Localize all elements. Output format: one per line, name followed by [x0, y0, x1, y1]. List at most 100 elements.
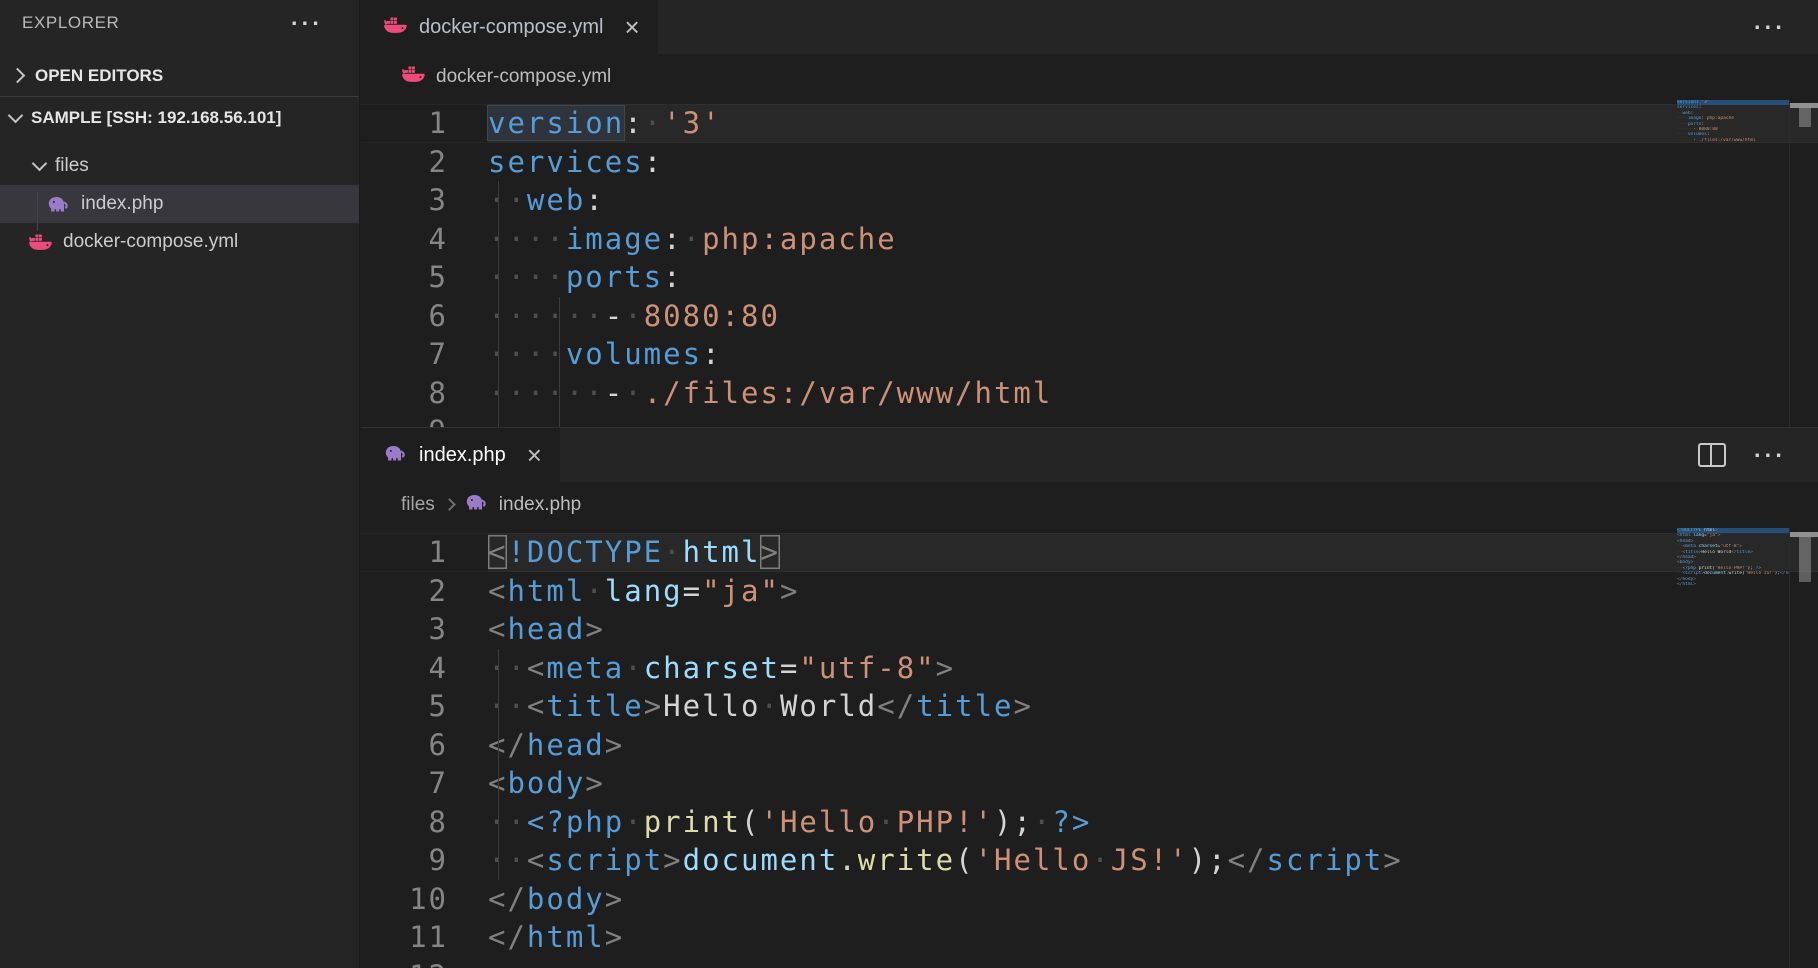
line-text[interactable]: version:·'3'	[448, 104, 722, 143]
tree-item-files[interactable]: files	[0, 147, 359, 185]
line-number[interactable]: 9	[361, 412, 448, 427]
code-line-12[interactable]: 12	[361, 957, 1818, 968]
breadcrumb: docker-compose.yml	[361, 54, 1818, 100]
code-line-8[interactable]: 8··<?php·print('Hello·PHP!');·?>	[361, 803, 1818, 842]
tree-item-docker-compose-yml[interactable]: docker-compose.yml	[0, 223, 359, 261]
code-editor-index-php[interactable]: 1<!DOCTYPE·html>2<html·lang="ja">3<head>…	[361, 528, 1818, 968]
line-number[interactable]: 1	[361, 533, 448, 572]
line-number[interactable]: 7	[361, 335, 448, 374]
minimap[interactable]: <!DOCTYPE·html><html·lang="ja"><head>··<…	[1677, 528, 1790, 593]
code-line-1[interactable]: 1version:·'3'	[361, 104, 1818, 143]
line-text[interactable]: </body>	[448, 880, 624, 919]
line-number[interactable]: 4	[361, 220, 448, 259]
line-text[interactable]: ··web:	[448, 181, 605, 220]
line-text[interactable]: ··<meta·charset="utf-8">	[448, 649, 955, 688]
breadcrumb-item[interactable]: docker-compose.yml	[436, 66, 611, 88]
explorer-header: EXPLORER ···	[0, 0, 359, 46]
line-text[interactable]: ····volumes:	[448, 335, 722, 374]
line-text[interactable]	[448, 412, 488, 427]
code-line-4[interactable]: 4··<meta·charset="utf-8">	[361, 649, 1818, 688]
explorer-more-actions-button[interactable]: ···	[291, 18, 323, 28]
chevron-down-icon	[32, 156, 48, 172]
code-line-5[interactable]: 5····ports:	[361, 258, 1818, 297]
code-line-11[interactable]: 11</html>	[361, 918, 1818, 957]
code-line-9[interactable]: 9··<script>document.write('Hello·JS!');<…	[361, 841, 1818, 880]
line-text[interactable]: ··<title>Hello·World</title>	[448, 687, 1033, 726]
line-number[interactable]: 12	[361, 957, 448, 968]
docker-icon	[401, 64, 426, 90]
line-number[interactable]: 6	[361, 726, 448, 765]
editor-more-actions-button[interactable]: ···	[1754, 450, 1786, 460]
breadcrumb-item-file[interactable]: index.php	[499, 494, 581, 516]
tree-item-index-php[interactable]: index.php	[0, 185, 359, 223]
code-line-8[interactable]: 8······-·./files:/var/www/html	[361, 374, 1818, 413]
code-line-2[interactable]: 2<html·lang="ja">	[361, 572, 1818, 611]
line-number[interactable]: 3	[361, 181, 448, 220]
workspace-section-header[interactable]: SAMPLE [SSH: 192.168.56.101]	[0, 97, 359, 139]
line-text[interactable]: </html>	[448, 918, 624, 957]
code-line-5[interactable]: 5··<title>Hello·World</title>	[361, 687, 1818, 726]
code-line-3[interactable]: 3··web:	[361, 181, 1818, 220]
code-line-3[interactable]: 3<head>	[361, 610, 1818, 649]
line-text[interactable]: ····image:·php:apache	[448, 220, 897, 259]
code-line-2[interactable]: 2services:	[361, 143, 1818, 182]
line-text[interactable]: <body>	[448, 764, 605, 803]
line-number[interactable]: 1	[361, 104, 448, 143]
code-line-7[interactable]: 7····volumes:	[361, 335, 1818, 374]
minimap-line	[1677, 587, 1790, 592]
line-number[interactable]: 4	[361, 649, 448, 688]
code-line-9[interactable]: 9	[361, 412, 1818, 427]
code-line-6[interactable]: 6</head>	[361, 726, 1818, 765]
line-text[interactable]: <head>	[448, 610, 605, 649]
line-text[interactable]: ····ports:	[448, 258, 683, 297]
minimap[interactable]: version:·'3'services:··web:····image:·ph…	[1677, 100, 1790, 149]
tab-docker-compose[interactable]: docker-compose.yml ×	[361, 0, 658, 54]
line-number[interactable]: 5	[361, 258, 448, 297]
editor-area: docker-compose.yml × ··· docker-compose.…	[361, 0, 1818, 968]
indent-guide	[559, 297, 560, 427]
code-line-6[interactable]: 6······-·8080:80	[361, 297, 1818, 336]
line-number[interactable]: 8	[361, 803, 448, 842]
line-text[interactable]: ······-·./files:/var/www/html	[448, 374, 1052, 413]
line-text[interactable]	[448, 957, 488, 968]
docker-icon	[383, 15, 408, 40]
line-text[interactable]: ··<?php·print('Hello·PHP!');·?>	[448, 803, 1091, 842]
php-icon	[46, 194, 71, 214]
code-editor-docker-compose[interactable]: 1version:·'3'2services:3··web:4····image…	[361, 100, 1818, 427]
code-line-7[interactable]: 7<body>	[361, 764, 1818, 803]
line-number[interactable]: 7	[361, 764, 448, 803]
vscode-window: EXPLORER ··· OPEN EDITORS SAMPLE [SSH: 1…	[0, 0, 1818, 968]
code-line-1[interactable]: 1<!DOCTYPE·html>	[361, 533, 1818, 572]
scrollbar-slider[interactable]	[1799, 532, 1811, 582]
line-number[interactable]: 2	[361, 143, 448, 182]
line-text[interactable]: ··<script>document.write('Hello·JS!');</…	[448, 841, 1403, 880]
code-line-4[interactable]: 4····image:·php:apache	[361, 220, 1818, 259]
line-text[interactable]: <html·lang="ja">	[448, 572, 799, 611]
close-icon[interactable]: ×	[625, 17, 640, 37]
editor-group-bottom: index.php × ··· files index.php 1<!DOCTY…	[361, 427, 1818, 968]
line-text[interactable]: services:	[448, 143, 663, 182]
tab-index-php[interactable]: index.php ×	[361, 428, 560, 482]
breadcrumb-item-folder[interactable]: files	[401, 494, 435, 516]
close-icon[interactable]: ×	[527, 445, 542, 465]
minimap-line	[1677, 143, 1790, 148]
line-number[interactable]: 2	[361, 572, 448, 611]
line-number[interactable]: 11	[361, 918, 448, 957]
line-number[interactable]: 3	[361, 610, 448, 649]
line-text[interactable]: <!DOCTYPE·html>	[448, 533, 780, 572]
chevron-down-icon	[8, 108, 24, 124]
editor-more-actions-button[interactable]: ···	[1754, 22, 1786, 32]
tree-item-label: files	[55, 155, 89, 177]
line-number[interactable]: 6	[361, 297, 448, 336]
tabbar-bottom: index.php × ···	[361, 428, 1818, 482]
scrollbar-slider[interactable]	[1799, 103, 1811, 127]
file-tree: files index.phpdocker-compose.yml	[0, 147, 359, 261]
line-text[interactable]: </head>	[448, 726, 624, 765]
line-number[interactable]: 9	[361, 841, 448, 880]
line-number[interactable]: 10	[361, 880, 448, 919]
open-editors-section-header[interactable]: OPEN EDITORS	[0, 56, 359, 97]
split-editor-icon[interactable]	[1698, 443, 1726, 467]
line-number[interactable]: 5	[361, 687, 448, 726]
code-line-10[interactable]: 10</body>	[361, 880, 1818, 919]
line-number[interactable]: 8	[361, 374, 448, 413]
